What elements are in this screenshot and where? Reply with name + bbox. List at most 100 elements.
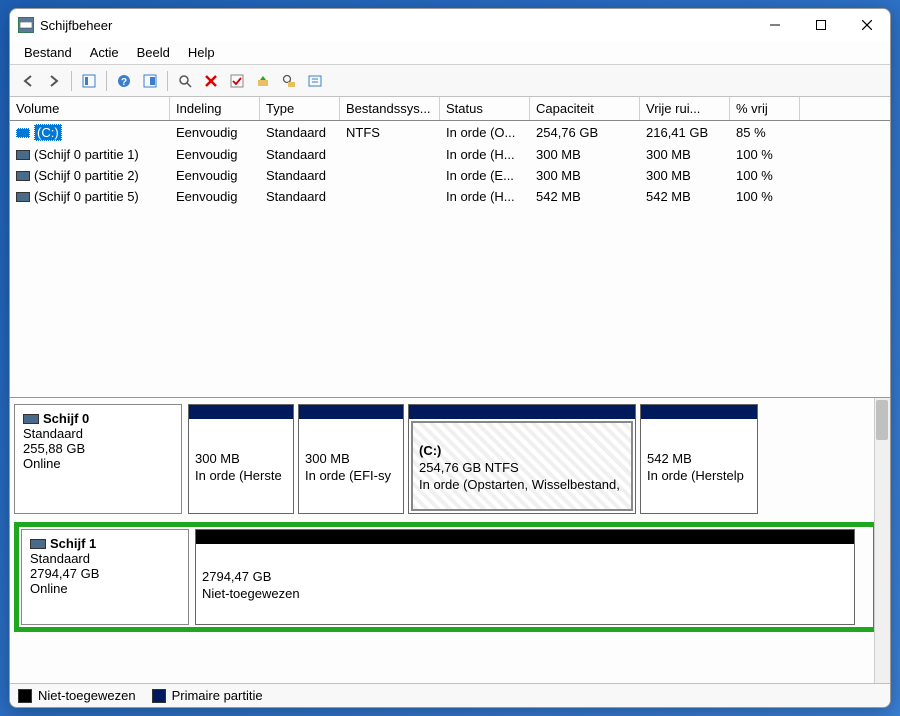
volume-fs-cell [340, 145, 440, 164]
volume-status-cell: In orde (H... [440, 187, 530, 206]
toolbar-separator [71, 71, 72, 91]
volume-pct-cell: 100 % [730, 166, 800, 185]
partition[interactable]: 2794,47 GB Niet-toegewezen [195, 529, 855, 625]
volume-pct-cell: 100 % [730, 187, 800, 206]
toolbar-separator [106, 71, 107, 91]
disk-info[interactable]: Schijf 1Standaard2794,47 GBOnline [21, 529, 189, 625]
find-button[interactable] [173, 69, 197, 93]
refresh-button[interactable] [138, 69, 162, 93]
column-headers: Volume Indeling Type Bestandssys... Stat… [10, 97, 890, 121]
disk-partitions: 300 MBIn orde (Herste 300 MB In orde (EFI-… [188, 404, 878, 514]
volume-icon [16, 150, 30, 160]
volume-status-cell: In orde (O... [440, 122, 530, 143]
partition-body: (C:)254,76 GB NTFSIn orde (Opstarten, Wi… [411, 421, 633, 511]
volume-name: (Schijf 0 partitie 5) [34, 189, 139, 204]
partition-header [299, 405, 403, 419]
volume-row[interactable]: (C:)EenvoudigStandaardNTFSIn orde (O...2… [10, 121, 890, 144]
partition-body: 542 MB In orde (Herstelp [641, 419, 757, 513]
volume-name: (Schijf 0 partitie 1) [34, 147, 139, 162]
disk-row: Schijf 1Standaard2794,47 GBOnline2794,47… [14, 522, 878, 632]
volume-cap-cell: 300 MB [530, 166, 640, 185]
volume-free-cell: 216,41 GB [640, 122, 730, 143]
menu-beeld[interactable]: Beeld [129, 43, 178, 62]
disk-name: Schijf 0 [23, 411, 173, 426]
disk-size: 2794,47 GB [30, 566, 180, 581]
show-hide-button[interactable] [77, 69, 101, 93]
forward-button[interactable] [42, 69, 66, 93]
action-button[interactable] [251, 69, 275, 93]
volume-fs-cell: NTFS [340, 122, 440, 143]
partition[interactable]: 542 MB In orde (Herstelp [640, 404, 758, 514]
titlebar[interactable]: Schijfbeheer [10, 9, 890, 41]
legend-primary: Primaire partitie [152, 688, 263, 703]
partition-header [409, 405, 635, 419]
partition[interactable]: 300 MBIn orde (Herste [188, 404, 294, 514]
scrollbar-thumb[interactable] [876, 400, 888, 440]
volume-icon [16, 171, 30, 181]
volume-icon [16, 128, 30, 138]
menu-bestand[interactable]: Bestand [16, 43, 80, 62]
volume-type-cell: Standaard [260, 145, 340, 164]
col-status[interactable]: Status [440, 97, 530, 120]
action2-button[interactable] [277, 69, 301, 93]
menu-help[interactable]: Help [180, 43, 223, 62]
volume-cap-cell: 300 MB [530, 145, 640, 164]
toolbar: ? [10, 65, 890, 97]
disk-management-window: Schijfbeheer Bestand Actie Beeld Help ? [9, 8, 891, 708]
col-free[interactable]: Vrije rui... [640, 97, 730, 120]
partition-status: Niet-toegewezen [202, 586, 848, 601]
volume-free-cell: 542 MB [640, 187, 730, 206]
volume-row[interactable]: (Schijf 0 partitie 1) EenvoudigStandaard I… [10, 144, 890, 165]
volume-free-cell: 300 MB [640, 145, 730, 164]
col-indeling[interactable]: Indeling [170, 97, 260, 120]
minimize-button[interactable] [752, 9, 798, 41]
partition-body: 300 MBIn orde (Herste [189, 419, 293, 513]
partition-status: In orde (Herste [195, 468, 287, 483]
col-pctfree[interactable]: % vrij [730, 97, 800, 120]
delete-button[interactable] [199, 69, 223, 93]
action3-button[interactable] [303, 69, 327, 93]
volume-rows: (C:)EenvoudigStandaardNTFSIn orde (O...2… [10, 121, 890, 207]
volume-indeling-cell: Eenvoudig [170, 187, 260, 206]
volume-icon [16, 192, 30, 202]
volume-type-cell: Standaard [260, 122, 340, 143]
col-filesystem[interactable]: Bestandssys... [340, 97, 440, 120]
menu-actie[interactable]: Actie [82, 43, 127, 62]
partition-size: 542 MB [647, 451, 751, 466]
volume-free-cell: 300 MB [640, 166, 730, 185]
check-button[interactable] [225, 69, 249, 93]
disk-info[interactable]: Schijf 0Standaard255,88 GBOnline [14, 404, 182, 514]
volume-name: (Schijf 0 partitie 2) [34, 168, 139, 183]
close-button[interactable] [844, 9, 890, 41]
col-capacity[interactable]: Capaciteit [530, 97, 640, 120]
partition-status: In orde (Herstelp [647, 468, 751, 483]
partition-size: 300 MB [305, 451, 397, 466]
maximize-button[interactable] [798, 9, 844, 41]
volume-list: Volume Indeling Type Bestandssys... Stat… [10, 97, 890, 398]
volume-cap-cell: 254,76 GB [530, 122, 640, 143]
disk-name: Schijf 1 [30, 536, 180, 551]
col-volume[interactable]: Volume [10, 97, 170, 120]
partition-body: 2794,47 GB Niet-toegewezen [196, 544, 854, 624]
volume-fs-cell [340, 187, 440, 206]
back-button[interactable] [16, 69, 40, 93]
col-type[interactable]: Type [260, 97, 340, 120]
partition-header [196, 530, 854, 544]
volume-row[interactable]: (Schijf 0 partitie 2)EenvoudigStandaardI… [10, 165, 890, 186]
volume-indeling-cell: Eenvoudig [170, 166, 260, 185]
volume-status-cell: In orde (H... [440, 145, 530, 164]
volume-status-cell: In orde (E... [440, 166, 530, 185]
help-button[interactable]: ? [112, 69, 136, 93]
volume-indeling-cell: Eenvoudig [170, 145, 260, 164]
partition-status: In orde (EFI-sy [305, 468, 397, 483]
legend-unallocated: Niet-toegewezen [18, 688, 136, 703]
legend-unallocated-label: Niet-toegewezen [38, 688, 136, 703]
graphical-view: Schijf 0Standaard255,88 GBOnline300 MBIn… [10, 398, 890, 683]
disk-icon [23, 414, 39, 424]
vertical-scrollbar[interactable] [874, 398, 890, 683]
disk-status: Online [30, 581, 180, 596]
partition[interactable]: 300 MB In orde (EFI-sy [298, 404, 404, 514]
volume-row[interactable]: (Schijf 0 partitie 5)EenvoudigStandaardI… [10, 186, 890, 207]
partition[interactable]: (C:)254,76 GB NTFSIn orde (Opstarten, Wi… [408, 404, 636, 514]
partition-size: 2794,47 GB [202, 569, 848, 584]
